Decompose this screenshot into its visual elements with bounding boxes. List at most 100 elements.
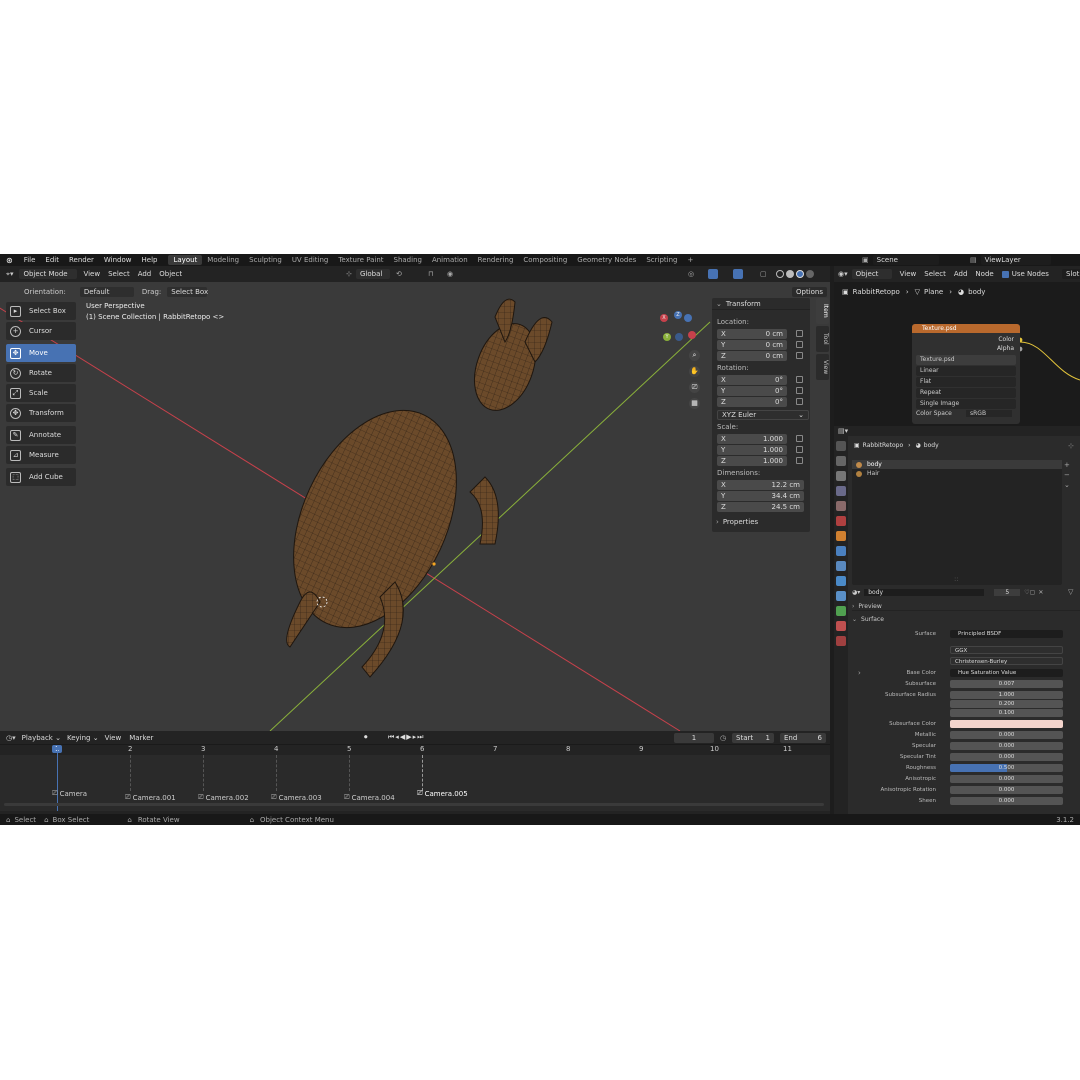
tab-texture-paint[interactable]: Texture Paint [333, 255, 388, 265]
tool-transform[interactable]: ✥ Transform [6, 404, 76, 422]
scene-selector[interactable]: ▣ Scene [862, 255, 939, 265]
start-frame-field[interactable]: Start 1 [732, 732, 774, 743]
lock-icon[interactable] [796, 457, 803, 464]
constraints-tab-icon[interactable] [836, 591, 846, 601]
sheen-field[interactable]: 0.000 [950, 797, 1063, 805]
view-layer-tab-icon[interactable] [836, 486, 846, 496]
node-menu-select[interactable]: Select [924, 270, 946, 278]
shading-rendered-icon[interactable] [806, 270, 814, 278]
lock-icon[interactable] [796, 446, 803, 453]
node-menu-add[interactable]: Add [954, 270, 968, 278]
tab-rendering[interactable]: Rendering [473, 255, 519, 265]
tool-cursor[interactable]: + Cursor [6, 322, 76, 340]
specular-tint-field[interactable]: 0.000 [950, 753, 1063, 761]
tool-annotate[interactable]: ✎ Annotate [6, 426, 76, 444]
node-output-color[interactable]: Color [912, 336, 1020, 343]
properties-editor-icon[interactable]: ▤▾ [838, 427, 848, 435]
add-workspace-icon[interactable]: + [682, 255, 698, 265]
gizmo-y-axis[interactable]: Y [663, 333, 671, 341]
transform-panel-header[interactable]: ⌄ Transform [712, 298, 810, 310]
gizmo-z-axis[interactable]: Z [674, 311, 682, 319]
tab-modeling[interactable]: Modeling [202, 255, 244, 265]
menu-file[interactable]: File [24, 256, 36, 264]
shading-material-icon[interactable] [796, 270, 804, 278]
menu-edit[interactable]: Edit [45, 256, 59, 264]
subsurface-radius-z-field[interactable]: 0.100 [950, 709, 1063, 717]
tab-shading[interactable]: Shading [389, 255, 427, 265]
tab-sculpting[interactable]: Sculpting [244, 255, 287, 265]
timeline-menu-marker[interactable]: Marker [129, 734, 153, 742]
lock-icon[interactable] [796, 398, 803, 405]
base-color-field[interactable]: Hue Saturation Value [950, 669, 1063, 677]
material-slot-body[interactable]: body [852, 460, 1062, 469]
gizmo-neg-z[interactable] [684, 314, 692, 322]
roughness-slider[interactable]: 0.500 [950, 764, 1063, 772]
tool-tab-icon[interactable] [836, 441, 846, 451]
pan-hand-icon[interactable]: ✋ [689, 366, 700, 377]
navigation-gizmo[interactable]: X Z Y [660, 306, 702, 348]
node-projection-dropdown[interactable]: Flat [916, 377, 1016, 387]
material-slot-list[interactable]: body Hair :: [852, 460, 1062, 585]
output-tab-icon[interactable] [836, 471, 846, 481]
fake-user-icon[interactable]: ♡▢ [1024, 589, 1035, 596]
vp-menu-select[interactable]: Select [108, 270, 130, 278]
orientation-dropdown[interactable]: Default [79, 287, 134, 297]
render-tab-icon[interactable] [836, 456, 846, 466]
scale-x-field[interactable]: X 1.000 [717, 434, 787, 444]
tab-scripting[interactable]: Scripting [641, 255, 682, 265]
pivot-icon[interactable]: ⟲ [396, 270, 402, 278]
transform-orientation-dropdown[interactable]: Global [356, 269, 390, 279]
playback-controls[interactable]: ⏮◂◀▶▸⏭ [388, 733, 424, 742]
vp-menu-add[interactable]: Add [138, 270, 152, 278]
lock-icon[interactable] [796, 387, 803, 394]
playhead[interactable] [57, 745, 58, 811]
proportional-edit-icon[interactable]: ◉ [447, 270, 453, 278]
timeline-marker[interactable]: ⎚ Camera [52, 789, 87, 798]
tab-animation[interactable]: Animation [427, 255, 473, 265]
material-slot-hair[interactable]: Hair [852, 469, 1062, 478]
current-frame-field[interactable]: 1 [674, 732, 714, 743]
subsurface-field[interactable]: 0.007 [950, 680, 1063, 688]
preview-panel-header[interactable]: › Preview [852, 602, 1080, 611]
subsurface-radius-x-field[interactable]: 1.000 [950, 691, 1063, 699]
zoom-icon[interactable]: ⌕ [689, 350, 700, 361]
material-name-field[interactable]: body [864, 589, 985, 596]
gizmo-toggle-icon[interactable] [708, 269, 718, 279]
visibility-icon[interactable]: ◎ [688, 270, 694, 278]
tool-rotate[interactable]: ↻ Rotate [6, 364, 76, 382]
node-editor-type-icon[interactable]: ◉▾ [838, 270, 848, 278]
editor-type-icon[interactable]: ⌖▾ [6, 270, 13, 279]
lock-icon[interactable] [796, 330, 803, 337]
rotation-x-field[interactable]: X 0° [717, 375, 787, 385]
world-tab-icon[interactable] [836, 516, 846, 526]
timeline-marker[interactable]: ⎚ Camera.004 [344, 793, 395, 802]
mode-dropdown[interactable]: Object Mode [19, 269, 78, 279]
timeline-menu-playback[interactable]: Playback ⌄ [22, 734, 61, 742]
view-layer-field[interactable]: ViewLayer [980, 255, 1051, 265]
unlink-icon[interactable]: ✕ [1038, 589, 1043, 596]
timeline-marker[interactable]: ⎚ Camera.001 [125, 793, 176, 802]
gizmo-neg-x[interactable] [688, 331, 696, 339]
timeline-editor-icon[interactable]: ◷▾ [6, 734, 16, 742]
tool-add-cube[interactable]: ⬚ Add Cube [6, 468, 76, 486]
tab-compositing[interactable]: Compositing [518, 255, 572, 265]
blender-logo-icon[interactable]: ⊛ [6, 256, 13, 265]
timeline-track[interactable]: ⎚ Camera ⎚ Camera.001 ⎚ Camera.002 ⎚ Camera.… [0, 745, 830, 811]
tab-uv-editing[interactable]: UV Editing [287, 255, 334, 265]
menu-render[interactable]: Render [69, 256, 94, 264]
lock-icon[interactable] [796, 376, 803, 383]
scale-y-field[interactable]: Y 1.000 [717, 445, 787, 455]
tool-move[interactable]: ✥ Move [6, 344, 76, 362]
options-dropdown[interactable]: Options [792, 287, 828, 297]
timeline-menu-keying[interactable]: Keying ⌄ [67, 734, 99, 742]
dimensions-x-field[interactable]: X 12.2 cm [717, 480, 804, 490]
color-space-dropdown[interactable]: sRGB [966, 410, 1012, 417]
physics-tab-icon[interactable] [836, 576, 846, 586]
node-menu-node[interactable]: Node [975, 270, 993, 278]
rotation-y-field[interactable]: Y 0° [717, 386, 787, 396]
location-y-field[interactable]: Y0 cm [717, 340, 787, 350]
timeline-marker[interactable]: ⎚ Camera.003 [271, 793, 322, 802]
record-icon[interactable]: ⏺ [364, 733, 368, 742]
vp-menu-object[interactable]: Object [159, 270, 182, 278]
dimensions-z-field[interactable]: Z 24.5 cm [717, 502, 804, 512]
